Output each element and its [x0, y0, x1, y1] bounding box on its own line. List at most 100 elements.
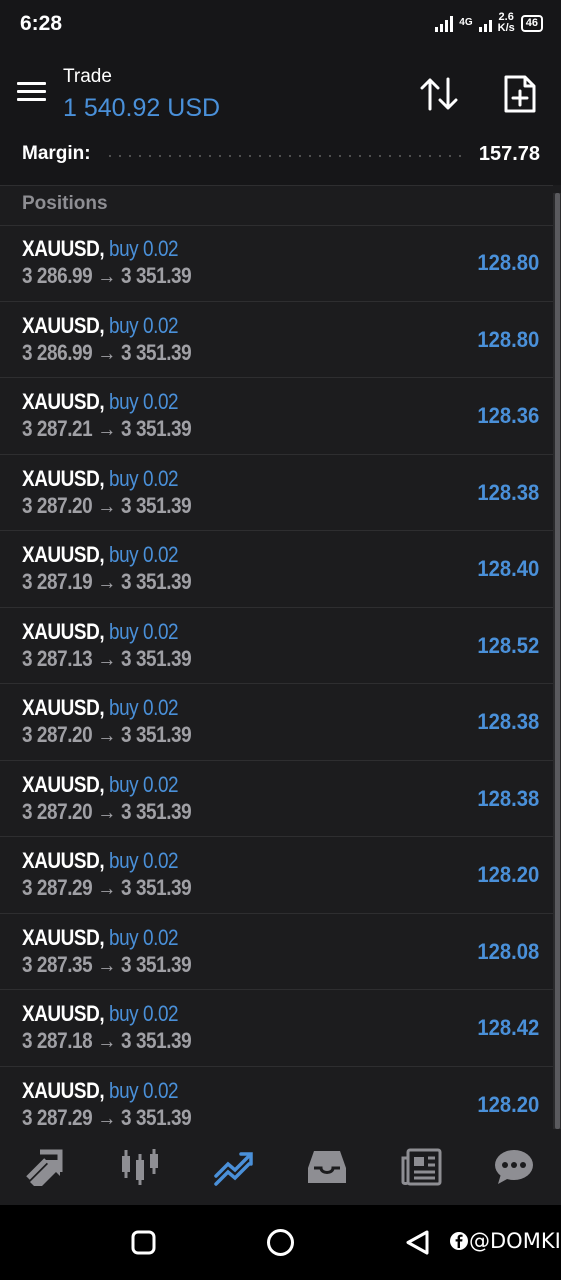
position-profit: 128.52 [477, 632, 539, 658]
position-row[interactable]: XAUUSD, buy 0.02 3 287.19 → 3 351.39 128.40 [0, 531, 553, 608]
open-price: 3 287.13 [22, 645, 93, 671]
position-profit: 128.42 [477, 1015, 539, 1040]
position-side: buy 0.02 [108, 618, 179, 644]
chart-icon [122, 1149, 159, 1185]
nav-chat[interactable] [486, 1139, 542, 1195]
open-price: 3 286.99 [22, 263, 93, 288]
open-price: 3 287.20 [22, 492, 93, 518]
position-side: buy 0.02 [108, 542, 179, 567]
position-prices: 3 287.20 → 3 351.39 [22, 492, 192, 519]
position-symbol: XAUUSD, [22, 236, 105, 261]
nav-news[interactable] [393, 1139, 449, 1195]
position-row[interactable]: XAUUSD, buy 0.02 3 286.99 → 3 351.39 128.80 [0, 225, 553, 302]
position-row[interactable]: XAUUSD, buy 0.02 3 287.29 → 3 351.39 128.20 [0, 837, 553, 914]
position-symbol: XAUUSD, [22, 389, 105, 414]
position-prices: 3 286.99 → 3 351.39 [22, 339, 192, 366]
current-price: 3 351.39 [121, 798, 192, 824]
position-prices: 3 287.29 → 3 351.39 [22, 1104, 192, 1130]
back-icon[interactable] [404, 1229, 430, 1256]
position-side: buy 0.02 [108, 924, 179, 950]
position-prices: 3 287.21 → 3 351.39 [22, 416, 192, 442]
current-price: 3 351.39 [121, 339, 192, 365]
new-order-icon[interactable] [503, 74, 537, 114]
position-row[interactable]: XAUUSD, buy 0.02 3 287.35 → 3 351.39 128.08 [0, 914, 553, 990]
position-row[interactable]: XAUUSD, buy 0.02 3 287.29 → 3 351.39 128.20 [0, 1067, 553, 1130]
position-side: buy 0.02 [108, 695, 179, 720]
position-row[interactable]: XAUUSD, buy 0.02 3 286.99 → 3 351.39 128.80 [0, 302, 553, 378]
arrow-icon: → [97, 569, 116, 594]
news-icon [401, 1148, 442, 1186]
position-prices: 3 287.20 → 3 351.39 [22, 798, 192, 825]
position-profit: 128.80 [477, 250, 539, 275]
position-symbol: XAUUSD, [22, 542, 105, 567]
position-title: XAUUSD, buy 0.02 [22, 466, 179, 492]
home-icon[interactable] [266, 1228, 295, 1257]
arrow-icon: → [97, 1104, 116, 1130]
open-price: 3 287.35 [22, 951, 93, 977]
nav-quotes[interactable] [19, 1139, 75, 1195]
status-time: 6:28 [20, 12, 63, 35]
current-price: 3 351.39 [121, 645, 192, 671]
battery-icon: 46 [520, 14, 543, 32]
chat-icon [495, 1150, 534, 1184]
trade-icon [214, 1152, 253, 1186]
position-side: buy 0.02 [108, 312, 179, 338]
app-screen: 6:28 4G 2.6 K/s 46 Trade 1 540.92 USD Ma… [0, 0, 561, 1280]
position-row[interactable]: XAUUSD, buy 0.02 3 287.21 → 3 351.39 128.36 [0, 378, 553, 455]
position-prices: 3 287.19 → 3 351.39 [22, 569, 192, 595]
position-title: XAUUSD, buy 0.02 [22, 1001, 179, 1027]
open-price: 3 286.99 [22, 339, 93, 365]
arrow-icon: → [97, 645, 116, 671]
sort-icon[interactable] [420, 76, 458, 112]
page-title: Trade [63, 66, 112, 87]
position-prices: 3 287.29 → 3 351.39 [22, 875, 192, 901]
scrollbar[interactable] [553, 193, 561, 1129]
dotted-leader [104, 155, 465, 157]
position-row[interactable]: XAUUSD, buy 0.02 3 287.20 → 3 351.39 128.38 [0, 455, 553, 531]
position-title: XAUUSD, buy 0.02 [22, 848, 179, 874]
position-symbol: XAUUSD, [22, 1077, 105, 1103]
position-profit: 128.38 [477, 785, 539, 811]
margin-row: Margin: 157.78 [22, 140, 540, 168]
position-side: buy 0.02 [108, 1001, 179, 1026]
current-price: 3 351.39 [121, 722, 192, 747]
arrow-icon: → [97, 875, 116, 900]
arrow-icon: → [97, 416, 116, 441]
position-profit: 128.36 [477, 403, 539, 428]
watermark: @DOMKI [449, 1229, 561, 1253]
position-symbol: XAUUSD, [22, 848, 105, 873]
arrow-icon: → [97, 339, 116, 365]
status-icons: 4G 2.6 K/s 46 [435, 12, 543, 34]
menu-icon[interactable] [17, 82, 46, 104]
arrow-icon: → [97, 798, 116, 824]
current-price: 3 351.39 [121, 875, 192, 900]
position-symbol: XAUUSD, [22, 771, 105, 797]
position-prices: 3 287.13 → 3 351.39 [22, 645, 192, 672]
arrow-icon: → [97, 951, 116, 977]
position-row[interactable]: XAUUSD, buy 0.02 3 287.20 → 3 351.39 128.38 [0, 761, 553, 837]
positions-header: Positions [0, 185, 553, 226]
scrollbar-thumb[interactable] [555, 193, 560, 1129]
position-row[interactable]: XAUUSD, buy 0.02 3 287.20 → 3 351.39 128.38 [0, 684, 553, 761]
bottom-navigation [0, 1129, 561, 1205]
nav-trade[interactable] [206, 1139, 262, 1195]
nav-history[interactable] [299, 1139, 355, 1195]
open-price: 3 287.29 [22, 1104, 93, 1130]
arrow-icon: → [97, 1028, 116, 1053]
position-title: XAUUSD, buy 0.02 [22, 312, 179, 339]
open-price: 3 287.18 [22, 1028, 93, 1053]
network-type: 4G [459, 17, 473, 28]
signal-icon [435, 14, 454, 32]
recents-icon[interactable] [131, 1230, 156, 1255]
position-row[interactable]: XAUUSD, buy 0.02 3 287.13 → 3 351.39 128.52 [0, 608, 553, 684]
position-row[interactable]: XAUUSD, buy 0.02 3 287.18 → 3 351.39 128.42 [0, 990, 553, 1067]
nav-chart[interactable] [112, 1139, 168, 1195]
position-title: XAUUSD, buy 0.02 [22, 618, 179, 645]
current-price: 3 351.39 [121, 416, 192, 441]
current-price: 3 351.39 [121, 1028, 192, 1053]
arrow-icon: → [97, 492, 116, 518]
position-title: XAUUSD, buy 0.02 [22, 695, 179, 721]
positions-list: XAUUSD, buy 0.02 3 286.99 → 3 351.39 128.80 X… [0, 225, 553, 1129]
current-price: 3 351.39 [121, 492, 192, 518]
current-price: 3 351.39 [121, 263, 192, 288]
